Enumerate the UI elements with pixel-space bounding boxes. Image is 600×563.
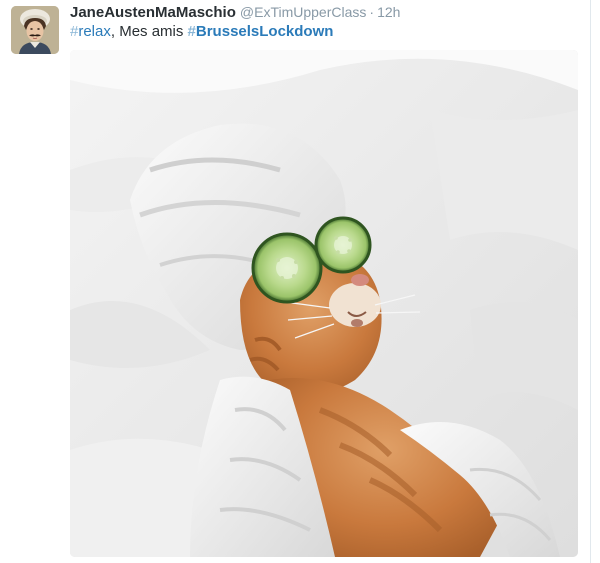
hashtag-symbol: # (187, 23, 196, 40)
tweet-text: #relax, Mes amis #BrusselsLockdown (70, 22, 333, 41)
user-handle[interactable]: @ExTimUpperClass (240, 4, 367, 20)
cat-relaxing-photo (70, 50, 578, 557)
divider (590, 0, 591, 563)
display-name[interactable]: JaneAustenMaMaschio (70, 4, 236, 21)
tweet-header: JaneAustenMaMaschio @ExTimUpperClass · 12h (70, 3, 400, 22)
tweet-timestamp[interactable]: 12h (377, 4, 400, 20)
avatar[interactable] (11, 6, 59, 54)
tweet-card[interactable]: JaneAustenMaMaschio @ExTimUpperClass · 12h … (0, 0, 600, 563)
meta-separator: · (369, 4, 375, 20)
hashtag-relax[interactable]: #relax (70, 23, 111, 40)
hashtag-brusselslockdown[interactable]: #BrusselsLockdown (188, 23, 334, 40)
tweet-body-text: , Mes amis (110, 23, 188, 40)
portrait-avatar-icon (11, 6, 59, 54)
hashtag-word: BrusselsLockdown (195, 23, 334, 40)
tweet-media-photo[interactable] (70, 50, 578, 557)
hashtag-word: relax (78, 23, 111, 40)
